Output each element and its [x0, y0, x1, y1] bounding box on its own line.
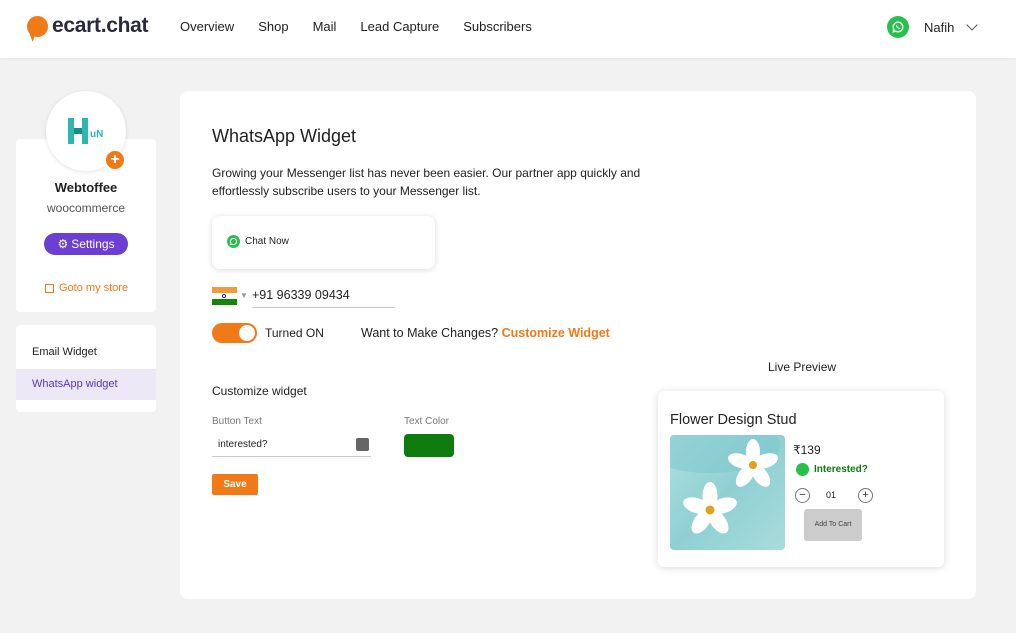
- text-color-picker[interactable]: [404, 434, 454, 457]
- chat-now-button[interactable]: Chat Now: [227, 235, 289, 248]
- nav-shop[interactable]: Shop: [258, 19, 288, 34]
- external-link-icon: [45, 283, 54, 293]
- india-flag-icon[interactable]: [212, 287, 237, 305]
- user-name[interactable]: Nafih: [924, 20, 954, 35]
- goto-store-label: Goto my store: [59, 282, 129, 294]
- page-title: WhatsApp Widget: [212, 126, 357, 146]
- main-nav: Overview Shop Mail Lead Capture Subscrib…: [180, 19, 556, 34]
- settings-label: Settings: [71, 237, 115, 251]
- interested-button[interactable]: Interested?: [796, 463, 868, 476]
- page-description: Growing your Messenger list has never be…: [212, 166, 641, 198]
- user-menu[interactable]: Nafih: [887, 16, 979, 38]
- country-dropdown-caret[interactable]: ▼: [240, 291, 248, 300]
- chevron-down-icon[interactable]: [966, 18, 979, 31]
- quantity-value: 01: [826, 490, 837, 500]
- svg-text:uN: uN: [90, 129, 103, 140]
- toggle-label: Turned ON: [265, 326, 324, 340]
- chat-bubble-icon: [27, 15, 48, 37]
- menu-item-email-widget[interactable]: Email Widget: [16, 337, 156, 368]
- quantity-decrement-button[interactable]: −: [795, 488, 810, 503]
- widget-menu: Email Widget WhatsApp widget: [16, 325, 156, 412]
- store-name: Webtoffee: [54, 180, 118, 195]
- save-button[interactable]: Save: [212, 474, 258, 495]
- interested-label: Interested?: [814, 464, 868, 475]
- live-preview-label: Live Preview: [768, 360, 837, 374]
- settings-button[interactable]: ⚙ Settings: [44, 233, 128, 255]
- brand-name: ecart.chat: [52, 14, 149, 37]
- add-avatar-button[interactable]: +: [104, 149, 126, 171]
- toggle-knob: [239, 325, 255, 341]
- top-bar: ecart.chat Overview Shop Mail Lead Captu…: [0, 0, 1016, 58]
- product-image: [670, 435, 785, 550]
- add-to-cart-button[interactable]: Add To Cart: [804, 509, 862, 541]
- whatsapp-icon: [796, 463, 809, 476]
- button-text-label: Button Text: [212, 416, 262, 427]
- whatsapp-icon: [227, 235, 240, 248]
- changes-prompt: Want to Make Changes? Customize Widget: [361, 326, 610, 340]
- customize-widget-link[interactable]: Customize Widget: [502, 326, 610, 340]
- emoji-picker-icon[interactable]: [356, 438, 369, 451]
- quantity-increment-button[interactable]: +: [858, 488, 873, 503]
- product-price: ₹139: [793, 443, 821, 457]
- menu-item-whatsapp-widget[interactable]: WhatsApp widget: [16, 369, 156, 400]
- product-title: Flower Design Stud: [670, 412, 797, 428]
- button-text-input[interactable]: interested?: [212, 434, 371, 457]
- changes-prompt-text: Want to Make Changes?: [361, 326, 499, 340]
- customize-section-title: Customize widget: [212, 384, 307, 398]
- whatsapp-icon[interactable]: [887, 16, 909, 38]
- store-type: woocommerce: [46, 201, 126, 215]
- goto-store-link[interactable]: Goto my store: [45, 282, 128, 294]
- gear-icon: ⚙: [57, 237, 69, 251]
- widget-toggle[interactable]: [212, 323, 257, 343]
- chat-now-label: Chat Now: [245, 236, 289, 247]
- nav-mail[interactable]: Mail: [313, 19, 337, 34]
- nav-overview[interactable]: Overview: [180, 19, 234, 34]
- phone-input[interactable]: +91 96339 09434: [252, 288, 395, 308]
- text-color-label: Text Color: [404, 416, 450, 427]
- nav-lead-capture[interactable]: Lead Capture: [360, 19, 439, 34]
- brand-logo[interactable]: ecart.chat: [27, 14, 149, 38]
- store-logo-icon: uN: [68, 118, 103, 144]
- nav-subscribers[interactable]: Subscribers: [463, 19, 532, 34]
